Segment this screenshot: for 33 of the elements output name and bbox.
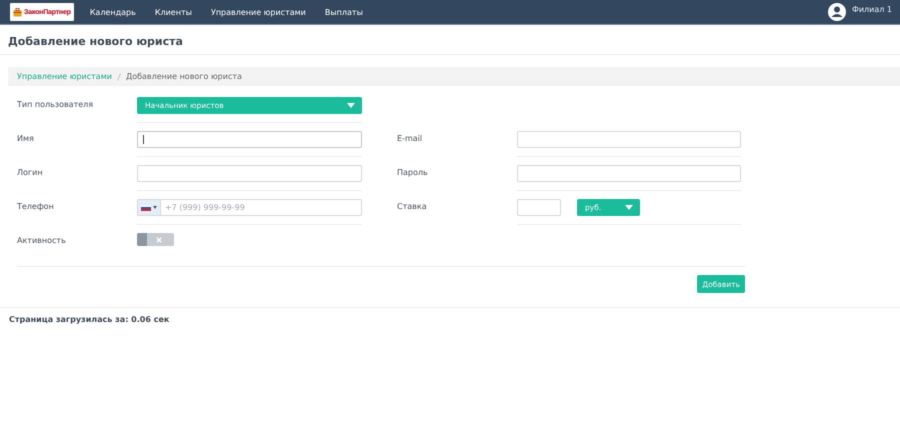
text-cursor	[143, 135, 144, 144]
nav-link[interactable]: Клиенты	[154, 8, 192, 16]
input-field[interactable]	[517, 131, 741, 148]
briefcase-icon	[13, 8, 22, 16]
input-field[interactable]	[517, 165, 741, 182]
field-label: Тип пользователя	[17, 99, 94, 111]
user-avatar-icon[interactable]	[828, 3, 846, 21]
input-field[interactable]	[137, 131, 362, 148]
toggle-switch[interactable]	[137, 233, 174, 246]
input-field[interactable]	[137, 165, 362, 182]
field-label: E-mail	[397, 133, 424, 145]
placeholder-text: +7 (999) 999-99-99	[164, 203, 245, 212]
field-label: Пароль	[397, 167, 429, 179]
page-title: Добавление нового юриста	[0, 25, 900, 55]
caret-icon	[625, 205, 633, 210]
nav-link[interactable]: Управление юристами	[210, 8, 306, 16]
caret-icon	[153, 206, 157, 209]
rate-field[interactable]	[517, 199, 561, 216]
field-label: Имя	[17, 133, 35, 145]
load-time-text: Страница загрузилась за: 0.06 сек	[0, 307, 900, 331]
nav-link[interactable]: Календарь	[90, 8, 136, 16]
nav-link[interactable]: Выплаты	[324, 8, 363, 16]
field-label: Телефон	[17, 201, 55, 213]
user-menu[interactable]: Филиал 1	[852, 4, 892, 20]
breadcrumb-current: Добавление нового юриста	[126, 72, 242, 81]
breadcrumb-separator	[116, 72, 121, 80]
flag-icon	[141, 204, 151, 210]
field-label: Активность	[17, 235, 67, 247]
field-label: Логин	[17, 167, 44, 179]
field-label: Ставка	[397, 201, 428, 213]
close-icon	[156, 236, 162, 242]
country-picker[interactable]	[138, 200, 161, 215]
caret-icon	[347, 103, 355, 108]
